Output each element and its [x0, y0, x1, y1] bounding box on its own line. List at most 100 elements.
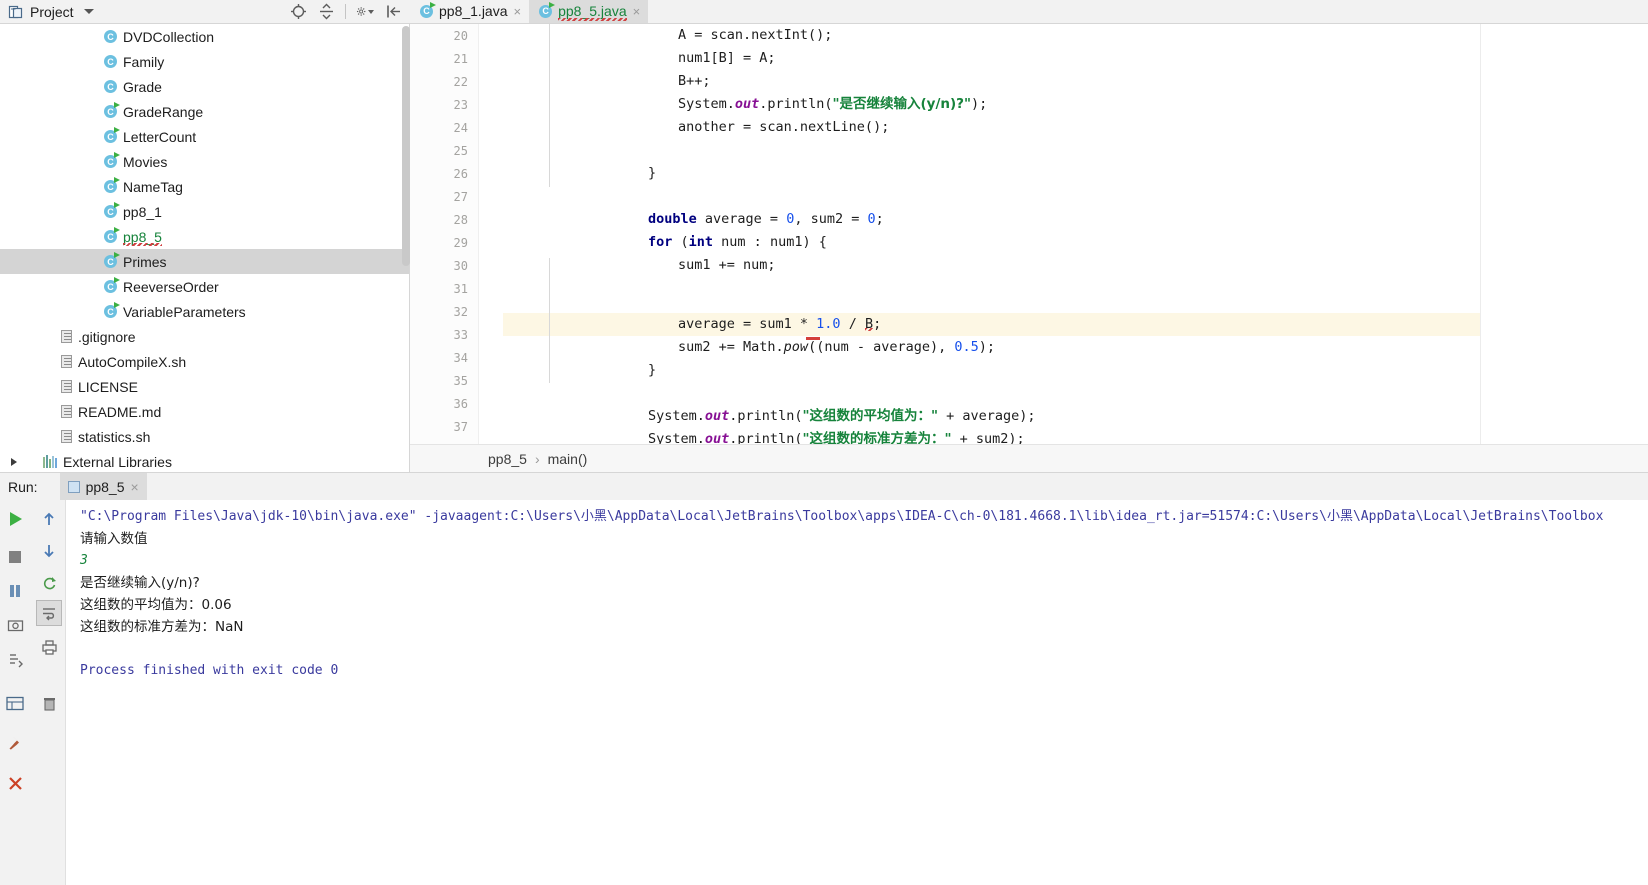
close-icon[interactable]: × [514, 4, 522, 19]
tree-item-reeverseorder[interactable]: C ReeverseOrder [0, 274, 410, 299]
print-button[interactable] [36, 634, 62, 660]
tree-item-license[interactable]: LICENSE [0, 374, 410, 399]
line-number[interactable]: 25 [410, 144, 468, 158]
up-arrow-button[interactable] [36, 506, 62, 532]
run-window-label: Run: [8, 478, 38, 495]
scroll-to-end-button[interactable] [2, 646, 28, 672]
code-text[interactable]: A = scan.nextInt(); num1[B] = A; B++; Sy… [510, 24, 1648, 444]
line-number[interactable]: 22 [410, 75, 468, 89]
breadcrumb[interactable]: pp8_5 › main() [410, 444, 1648, 472]
close-icon[interactable]: × [131, 479, 139, 495]
line-number[interactable]: 31 [410, 282, 468, 296]
tree-item-label: ReeverseOrder [123, 278, 219, 295]
editor-tab-label: pp8_1.java [439, 3, 508, 19]
tree-item-nametag[interactable]: C NameTag [0, 174, 410, 199]
pause-button[interactable] [2, 578, 28, 604]
tree-item-variableparameters[interactable]: C VariableParameters [0, 299, 410, 324]
line-number[interactable]: 36 [410, 397, 468, 411]
line-number[interactable]: 34 [410, 351, 468, 365]
tree-item-readme-md[interactable]: README.md [0, 399, 410, 424]
tree-item-pp8_5[interactable]: Cpp8_5 [0, 224, 410, 249]
tree-item-pp8_1[interactable]: Cpp8_1 [0, 199, 410, 224]
toggle-tasks-button[interactable] [2, 690, 28, 716]
hide-panel-icon[interactable] [384, 3, 402, 21]
file-icon [61, 330, 72, 343]
tree-item-label: External Libraries [63, 453, 172, 470]
line-number[interactable]: 33 [410, 328, 468, 342]
console-output[interactable]: "C:\Program Files\Java\jdk-10\bin\java.e… [66, 500, 1648, 885]
code-line-28: double average = 0, sum2 = 0; [648, 211, 884, 227]
chevron-down-icon[interactable] [83, 9, 94, 14]
trash-button[interactable] [36, 690, 62, 716]
tree-item-label: AutoCompileX.sh [78, 353, 187, 370]
code-line-33: sum2 += Math.pow((num - average), 0.5); [678, 339, 996, 355]
java-class-icon: C [104, 30, 117, 43]
locate-icon[interactable] [289, 3, 307, 21]
line-number[interactable]: 28 [410, 213, 468, 227]
project-toolbar: Project [0, 0, 410, 24]
line-number[interactable]: 24 [410, 121, 468, 135]
idea-window: Project C pp8_1.java × C pp8_5.java × C … [0, 0, 1648, 885]
line-number[interactable]: 30 [410, 259, 468, 273]
tree-item-label: LetterCount [123, 128, 197, 145]
java-class-runnable-icon: C [420, 1, 436, 18]
stop-button[interactable] [2, 544, 28, 570]
line-number[interactable]: 29 [410, 236, 468, 250]
run-window-header: Run: pp8_5 × [0, 473, 1648, 500]
tree-item-label: statistics.sh [78, 428, 151, 445]
rerun-tests-button[interactable] [36, 570, 62, 596]
tree-item-external-libraries[interactable]: External Libraries [0, 449, 410, 472]
tree-item-family[interactable]: C Family [0, 49, 410, 74]
settings-gear-icon[interactable] [356, 3, 374, 21]
project-tree[interactable]: C DVDCollection C Family C Grade C GradeRange C L… [0, 24, 410, 472]
tree-item-label: pp8_1 [123, 203, 162, 220]
down-arrow-button[interactable] [36, 538, 62, 564]
file-icon [61, 355, 72, 368]
java-class-runnable-icon: C [539, 1, 556, 18]
tree-item-lettercount[interactable]: C LetterCount [0, 124, 410, 149]
line-number[interactable]: 27 [410, 190, 468, 204]
run-tab-pp8_5[interactable]: pp8_5 × [59, 473, 147, 500]
tree-item-graderange[interactable]: C GradeRange [0, 99, 410, 124]
editor-tab-pp8_5[interactable]: C pp8_5.java × [529, 0, 649, 23]
soft-wrap-button[interactable] [36, 600, 62, 626]
camera-button[interactable] [2, 612, 28, 638]
tree-item-label: LICENSE [78, 378, 138, 395]
code-line-26: } [648, 165, 657, 181]
tree-item--gitignore[interactable]: .gitignore [0, 324, 410, 349]
breadcrumb-method[interactable]: main() [548, 451, 588, 467]
close-icon[interactable]: × [633, 4, 641, 19]
tree-item-dvdcollection[interactable]: C DVDCollection [0, 24, 410, 49]
tree-item-statistics-sh[interactable]: statistics.sh [0, 424, 410, 449]
editor-gutter[interactable]: 20 21 22 23 24 25 26 27 28 29 30 31 32 33 34 35 36 37 [410, 24, 478, 444]
line-number[interactable]: 32 [410, 305, 468, 319]
file-icon [61, 380, 72, 393]
java-class-runnable-icon: C [104, 127, 120, 143]
breadcrumb-file[interactable]: pp8_5 [488, 451, 527, 467]
line-number[interactable]: 35 [410, 374, 468, 388]
tree-scrollbar[interactable] [402, 26, 410, 266]
pin-icon[interactable] [2, 730, 28, 756]
run-button[interactable] [2, 506, 28, 532]
fold-column[interactable] [479, 24, 503, 444]
line-number[interactable]: 20 [410, 29, 468, 43]
close-icon[interactable] [2, 770, 28, 796]
tree-item-primes[interactable]: C Primes [0, 249, 410, 274]
console-command-line: "C:\Program Files\Java\jdk-10\bin\java.e… [80, 509, 1604, 524]
tree-item-grade[interactable]: C Grade [0, 74, 410, 99]
code-editor[interactable]: 20 21 22 23 24 25 26 27 28 29 30 31 32 33 34 35 36 37 A =… [410, 24, 1648, 444]
collapse-all-icon[interactable] [317, 3, 335, 21]
tree-item-label: README.md [78, 403, 162, 420]
run-tool-window: Run: pp8_5 × "C:\Program Files\Java\jdk-… [0, 472, 1648, 885]
line-number[interactable]: 23 [410, 98, 468, 112]
editor-tab-pp8_1[interactable]: C pp8_1.java × [410, 0, 529, 23]
line-number[interactable]: 37 [410, 420, 468, 434]
chevron-right-icon[interactable] [11, 457, 17, 466]
line-number[interactable]: 21 [410, 52, 468, 66]
tree-item-autocompilex-sh[interactable]: AutoCompileX.sh [0, 349, 410, 374]
file-icon [61, 405, 72, 418]
line-number[interactable]: 26 [410, 167, 468, 181]
tree-item-label: .gitignore [78, 328, 136, 345]
tree-item-movies[interactable]: C Movies [0, 149, 410, 174]
code-line-32: average = sum1 * 1.0 / B; [678, 316, 882, 332]
